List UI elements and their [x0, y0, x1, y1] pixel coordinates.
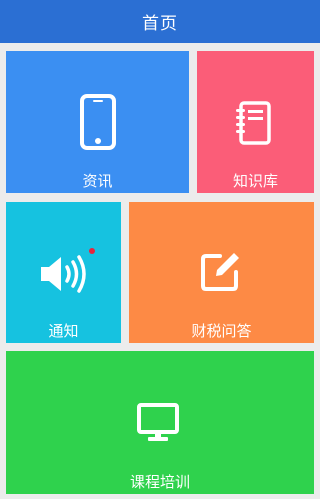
edit-icon: [200, 250, 242, 296]
speaker-icon: [39, 254, 89, 298]
unread-badge: [89, 248, 95, 254]
page-title: 首页: [142, 14, 178, 34]
smartphone-icon: [80, 94, 116, 154]
tile-news[interactable]: 资讯: [6, 51, 189, 193]
tile-tax-qa-label: 财税问答: [191, 322, 252, 340]
monitor-icon: [137, 403, 179, 447]
tile-notice-label: 通知: [48, 322, 79, 340]
tile-course-training[interactable]: 课程培训: [6, 351, 314, 494]
tile-news-label: 资讯: [82, 172, 113, 190]
tile-knowledge-base-label: 知识库: [232, 172, 278, 190]
tile-tax-qa[interactable]: 财税问答: [129, 202, 314, 343]
tile-course-training-label: 课程培训: [129, 473, 190, 491]
tile-notice[interactable]: 通知: [6, 202, 121, 343]
top-bar: 首页: [0, 0, 320, 43]
notebook-icon: [235, 101, 273, 149]
tile-knowledge-base[interactable]: 知识库: [197, 51, 314, 193]
